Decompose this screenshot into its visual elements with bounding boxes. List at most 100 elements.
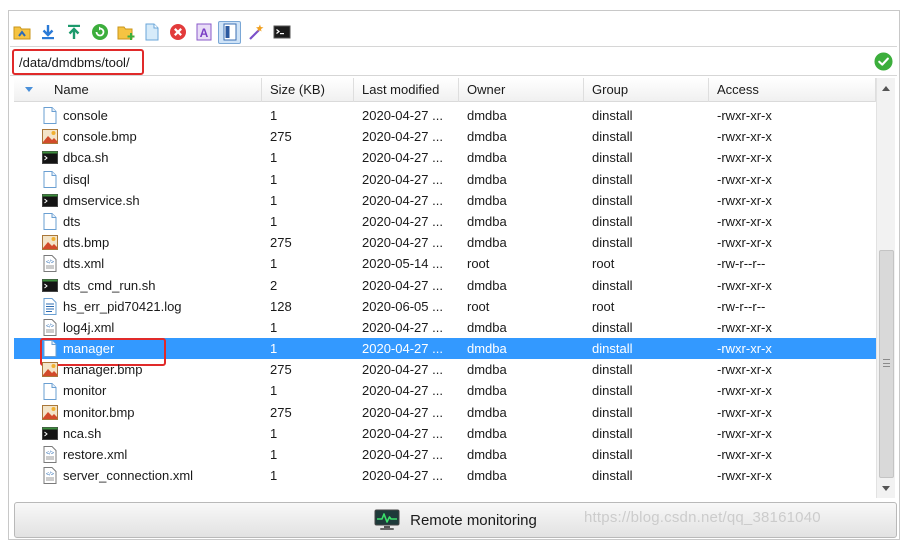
file-owner: dmdba (467, 213, 507, 229)
table-row[interactable]: </> dts.xml 1 2020-05-14 ... root root -rw-r--… (14, 253, 876, 274)
file-name-cell[interactable]: monitor.bmp (14, 402, 262, 423)
column-header-group[interactable]: Group (584, 78, 709, 102)
file-name-cell[interactable]: dmservice.sh (14, 190, 262, 211)
file-access: -rwxr-xr-x (717, 108, 772, 123)
table-row[interactable]: manager.bmp 275 2020-04-27 ... dmdba dinstal… (14, 359, 876, 380)
file-last-modified: 2020-04-27 ... (362, 447, 443, 462)
rename-button[interactable]: A (192, 21, 215, 44)
file-name-cell[interactable]: </> dts.xml (14, 253, 262, 274)
table-row[interactable]: nca.sh 1 2020-04-27 ... dmdba dinstall -rwxr-… (14, 423, 876, 444)
magic-wand-button[interactable] (244, 21, 267, 44)
file-name: dts (63, 213, 81, 229)
file-last-modified: 2020-04-27 ... (362, 192, 443, 208)
scrollbar-thumb[interactable] (879, 250, 894, 478)
table-row[interactable]: hs_err_pid70421.log 128 2020-06-05 ... root… (14, 296, 876, 317)
file-name-cell[interactable]: </> log4j.xml (14, 317, 262, 338)
file-name: dts_cmd_run.sh (63, 277, 156, 293)
table-row[interactable]: console.bmp 275 2020-04-27 ... dmdba dinstal… (14, 126, 876, 147)
file-access: -rwxr-xr-x (717, 171, 772, 187)
terminal-button[interactable] (270, 21, 293, 44)
table-row[interactable]: monitor.bmp 275 2020-04-27 ... dmdba dinstal… (14, 402, 876, 423)
file-owner: root (467, 256, 490, 272)
file-last-modified: 2020-04-27 ... (362, 171, 443, 187)
upload-button[interactable] (62, 21, 85, 44)
new-folder-icon (117, 26, 134, 40)
file-owner: dmdba (467, 319, 507, 335)
parent-folder-button[interactable] (10, 21, 33, 44)
table-row[interactable]: dts 1 2020-04-27 ... dmdba dinstall -rwxr-xr-… (14, 211, 876, 232)
file-size: 1 (270, 256, 278, 272)
grip-icon (883, 359, 890, 367)
delete-button[interactable] (166, 21, 189, 44)
column-header-access[interactable]: Access (709, 78, 876, 102)
ok-check-icon[interactable] (874, 52, 893, 71)
file-name: disql (63, 171, 90, 187)
file-group: dinstall (592, 213, 633, 229)
table-row[interactable]: monitor 1 2020-04-27 ... dmdba dinstall -rwxr… (14, 380, 876, 401)
table-row[interactable]: dts.bmp 275 2020-04-27 ... dmdba dinstall -rw… (14, 232, 876, 253)
file-access: -rwxr-xr-x (717, 447, 772, 462)
file-last-modified: 2020-04-27 ... (362, 404, 443, 420)
delete-icon (169, 24, 186, 40)
file-name-cell[interactable]: console.bmp (14, 126, 262, 147)
column-header-name[interactable]: Name (14, 78, 262, 102)
scroll-down-arrow-icon[interactable] (877, 480, 895, 496)
table-row[interactable]: </> server_connection.xml 1 2020-04-27 ... d… (14, 465, 876, 486)
refresh-button[interactable] (88, 21, 111, 44)
file-name: monitor.bmp (63, 404, 135, 420)
file-name-cell[interactable]: hs_err_pid70421.log (14, 296, 262, 317)
column-header-size[interactable]: Size (KB) (262, 78, 354, 102)
file-size: 275 (270, 129, 292, 145)
file-name-cell[interactable]: nca.sh (14, 423, 262, 444)
scroll-up-arrow-icon[interactable] (877, 80, 895, 96)
file-size: 275 (270, 362, 292, 378)
toggle-panel-button[interactable] (218, 20, 241, 44)
file-group: dinstall (592, 447, 633, 462)
file-name-cell[interactable]: dts (14, 211, 262, 232)
file-name-cell[interactable]: manager.bmp (14, 359, 262, 380)
table-row[interactable]: disql 1 2020-04-27 ... dmdba dinstall -rwxr-x… (14, 169, 876, 190)
file-owner: dmdba (467, 150, 507, 166)
sort-arrow-icon (25, 87, 33, 92)
column-header-last-modified[interactable]: Last modified (354, 78, 459, 102)
file-owner: dmdba (467, 129, 507, 145)
table-row[interactable]: dmservice.sh 1 2020-04-27 ... dmdba dinstall… (14, 190, 876, 211)
remote-monitoring-button[interactable]: Remote monitoring (14, 502, 897, 538)
file-name-cell[interactable]: dbca.sh (14, 147, 262, 168)
file-size: 1 (270, 447, 278, 462)
vertical-scrollbar[interactable] (876, 78, 895, 498)
table-row[interactable]: </> restore.xml 1 2020-04-27 ... dmdba dinsta… (14, 444, 876, 465)
table-row[interactable]: console 1 2020-04-27 ... dmdba dinstall -rwxr… (14, 105, 876, 126)
path-input[interactable] (12, 49, 144, 75)
file-name-cell[interactable]: </> restore.xml (14, 444, 262, 465)
file-name-cell[interactable]: dts.bmp (14, 232, 262, 253)
file-access: -rwxr-xr-x (717, 468, 772, 484)
file-owner: root (467, 298, 490, 314)
file-name-cell[interactable]: console (14, 105, 262, 126)
table-row[interactable]: </> log4j.xml 1 2020-04-27 ... dmdba dinstall… (14, 317, 876, 338)
file-name-cell[interactable]: </> server_connection.xml (14, 465, 262, 486)
file-name-cell[interactable]: manager (14, 338, 262, 359)
table-row[interactable]: dts_cmd_run.sh 2 2020-04-27 ... dmdba dinsta… (14, 275, 876, 296)
new-file-button[interactable] (140, 21, 163, 44)
column-header-owner[interactable]: Owner (459, 78, 584, 102)
file-owner: dmdba (467, 192, 507, 208)
file-group: dinstall (592, 383, 633, 399)
file-name: restore.xml (63, 447, 128, 462)
table-row[interactable]: manager 1 2020-04-27 ... dmdba dinstall -rwxr… (14, 338, 876, 367)
file-name: console.bmp (63, 129, 137, 145)
file-name: console (63, 108, 108, 123)
file-name: hs_err_pid70421.log (63, 298, 182, 314)
new-folder-button[interactable] (114, 21, 137, 44)
file-last-modified: 2020-06-05 ... (362, 298, 443, 314)
file-name-cell[interactable]: monitor (14, 380, 262, 401)
file-name-cell[interactable]: disql (14, 169, 262, 190)
file-name: dts.bmp (63, 235, 110, 251)
table-row[interactable]: dbca.sh 1 2020-04-27 ... dmdba dinstall -rwxr… (14, 147, 876, 168)
file-name-cell[interactable]: dts_cmd_run.sh (14, 275, 262, 296)
file-name: dts.xml (63, 256, 105, 272)
divider (8, 400, 9, 430)
download-button[interactable] (36, 21, 59, 44)
table-body: console 1 2020-04-27 ... dmdba dinstall -rwxr… (14, 105, 876, 486)
image-file-icon (42, 234, 58, 251)
